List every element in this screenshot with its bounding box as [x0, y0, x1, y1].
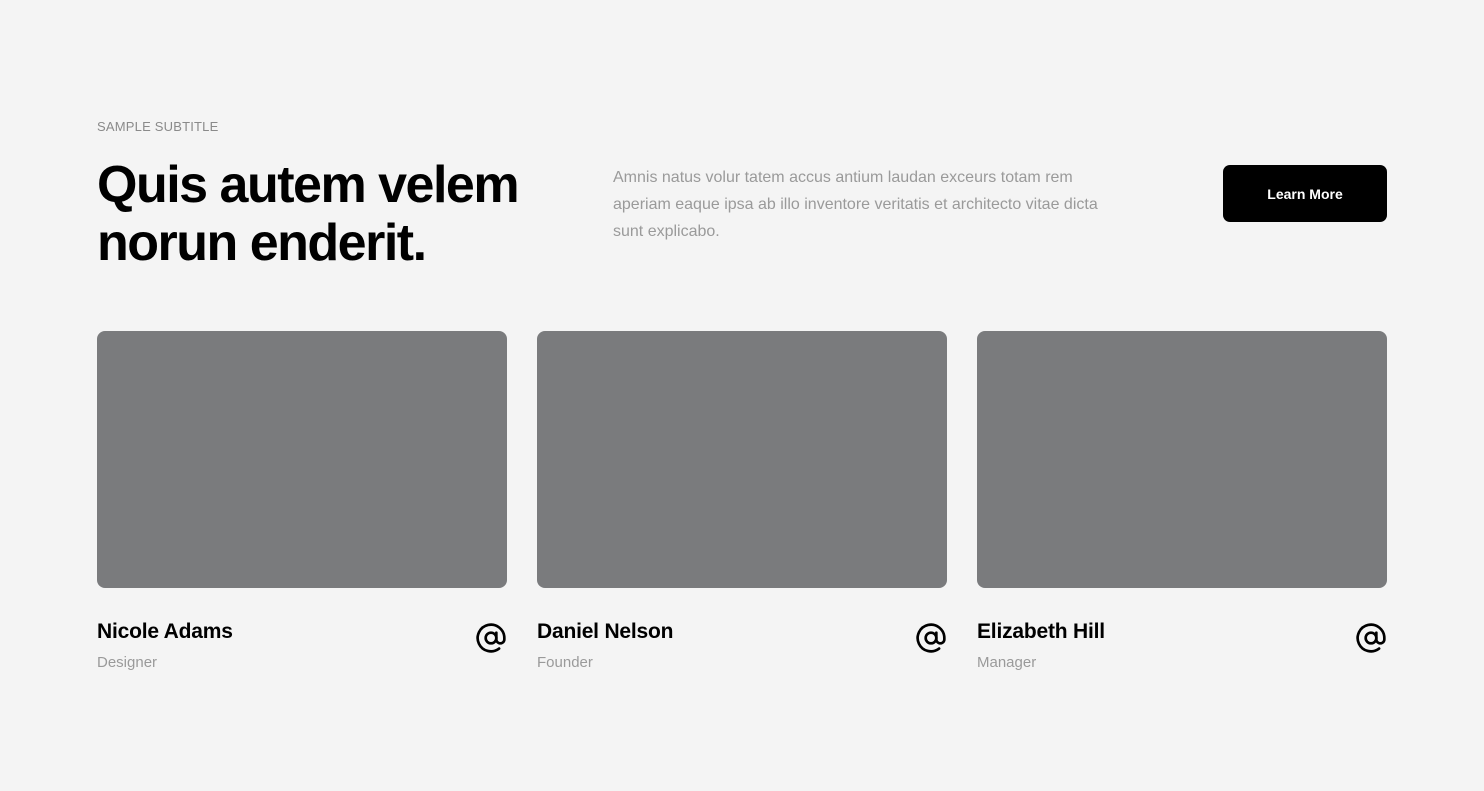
- team-card: Elizabeth Hill Manager: [977, 331, 1387, 690]
- member-name: Elizabeth Hill: [977, 620, 1105, 643]
- learn-more-button[interactable]: Learn More: [1223, 165, 1387, 222]
- section-title: Quis autem velem norun enderit.: [97, 156, 520, 272]
- at-sign-icon[interactable]: [475, 622, 507, 654]
- member-name: Daniel Nelson: [537, 620, 674, 643]
- at-sign-icon[interactable]: [915, 622, 947, 654]
- section-subtitle: SAMPLE SUBTITLE: [97, 119, 219, 134]
- section-description: Amnis natus volur tatem accus antium lau…: [613, 169, 1098, 240]
- member-role: Manager: [977, 654, 1037, 671]
- member-role: Founder: [537, 654, 593, 671]
- member-photo-placeholder: [97, 331, 507, 588]
- member-name: Nicole Adams: [97, 620, 233, 643]
- team-cards: Nicole Adams Designer Daniel Nelson Foun…: [97, 331, 1387, 690]
- member-photo-placeholder: [537, 331, 947, 588]
- member-info: Nicole Adams Designer: [97, 620, 507, 690]
- member-info: Daniel Nelson Founder: [537, 620, 947, 690]
- member-info: Elizabeth Hill Manager: [977, 620, 1387, 690]
- team-card: Daniel Nelson Founder: [537, 331, 947, 690]
- team-card: Nicole Adams Designer: [97, 331, 507, 690]
- member-role: Designer: [97, 654, 158, 671]
- at-sign-icon[interactable]: [1355, 622, 1387, 654]
- member-photo-placeholder: [977, 331, 1387, 588]
